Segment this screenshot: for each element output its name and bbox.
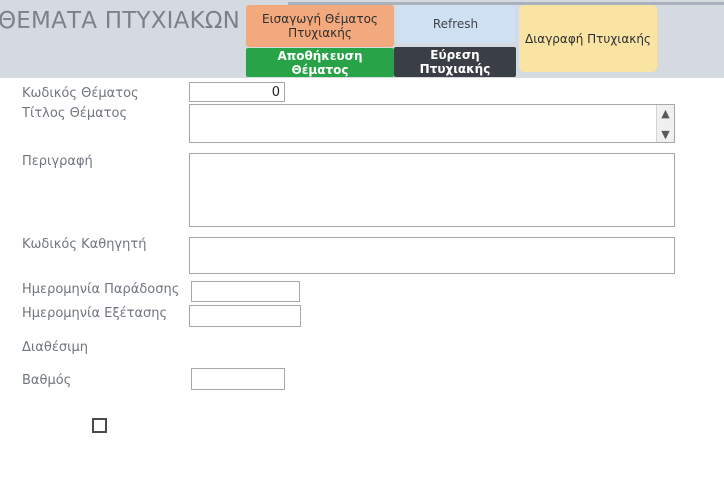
label-thesis-title: Τίτλος Θέματος: [22, 106, 128, 121]
page-title: ΘΕΜΑΤΑ ΠΤΥΧΙΑΚΩΝ: [0, 8, 241, 34]
scroll-down-icon[interactable]: ▼: [657, 126, 674, 142]
grade-input[interactable]: [191, 368, 285, 390]
insert-thesis-topic-button[interactable]: Εισαγωγή Θέματος Πτυχιακής: [246, 5, 394, 47]
label-thesis-code: Κωδικός Θέματος: [22, 86, 139, 101]
label-professor-code: Κωδικός Καθηγητή: [22, 237, 147, 252]
label-exam-date: Ημερομηνία Εξέτασης: [22, 306, 168, 321]
available-checkbox[interactable]: [92, 418, 107, 433]
label-available: Διαθέσιμη: [22, 340, 88, 355]
delete-thesis-button[interactable]: Διαγραφή Πτυχιακής: [519, 5, 657, 72]
refresh-button[interactable]: Refresh: [396, 5, 515, 43]
thesis-title-field: ▲ ▼: [189, 104, 675, 143]
exam-date-input[interactable]: [189, 305, 301, 327]
thesis-form: Κωδικός Θέματος Τίτλος Θέματος ▲ ▼ Περιγ…: [0, 78, 724, 503]
delivery-date-input[interactable]: [191, 281, 300, 302]
label-delivery-date: Ημερομηνία Παράδοσης: [22, 282, 180, 297]
label-grade: Βαθμός: [22, 373, 72, 388]
description-input[interactable]: [189, 153, 675, 227]
find-thesis-button[interactable]: Εύρεση Πτυχιακής: [394, 47, 516, 77]
professor-code-input[interactable]: [189, 237, 675, 274]
thesis-code-input[interactable]: [189, 82, 285, 102]
header-bar: ΘΕΜΑΤΑ ΠΤΥΧΙΑΚΩΝ Εισαγωγή Θέματος Πτυχια…: [0, 0, 724, 78]
label-description: Περιγραφή: [22, 154, 93, 169]
thesis-title-scrollbar[interactable]: ▲ ▼: [656, 105, 674, 142]
scroll-up-icon[interactable]: ▲: [657, 105, 674, 121]
thesis-title-input[interactable]: [190, 105, 674, 142]
save-thesis-topic-button[interactable]: Αποθήκευση Θέματος: [246, 48, 394, 77]
